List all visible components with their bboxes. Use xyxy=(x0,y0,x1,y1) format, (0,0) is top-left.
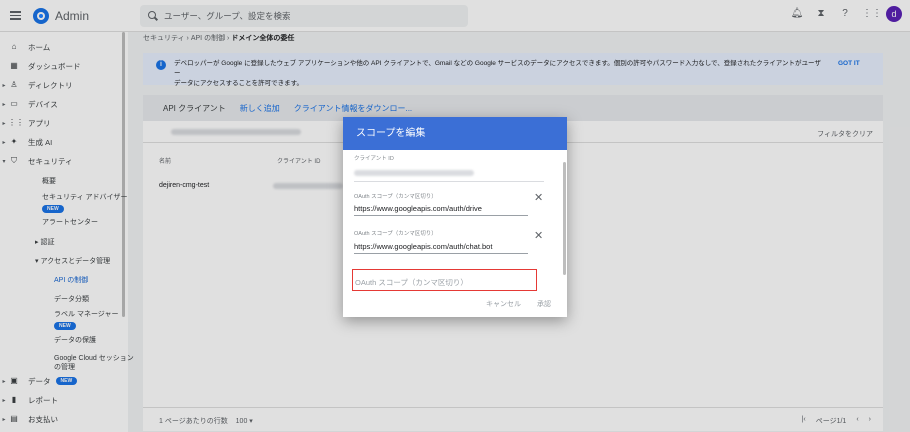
dialog-actions: キャンセル 承認 xyxy=(486,299,551,309)
remove-scope-1-icon[interactable]: ✕ xyxy=(534,191,543,204)
new-scope-placeholder: OAuth スコープ（カンマ区切り） xyxy=(355,278,468,287)
scope-label-1: OAuth スコープ（カンマ区切り） xyxy=(354,194,437,200)
dialog-scrollbar[interactable] xyxy=(563,162,566,275)
edit-scopes-dialog: スコープを編集 クライアント ID OAuth スコープ（カンマ区切り） htt… xyxy=(343,117,567,317)
blurred-client-id-value xyxy=(354,170,474,176)
scope-field-2[interactable]: https://www.googleapis.com/auth/chat.bot xyxy=(354,242,492,251)
remove-scope-2-icon[interactable]: ✕ xyxy=(534,229,543,242)
scope-2-underline xyxy=(354,253,528,254)
client-id-underline xyxy=(354,181,544,182)
authorize-button[interactable]: 承認 xyxy=(537,299,551,309)
scope-label-2: OAuth スコープ（カンマ区切り） xyxy=(354,231,437,237)
new-scope-field[interactable]: OAuth スコープ（カンマ区切り） xyxy=(352,269,537,291)
cancel-button[interactable]: キャンセル xyxy=(486,299,521,309)
client-id-label: クライアント ID xyxy=(354,156,394,162)
dialog-title: スコープを編集 xyxy=(343,117,567,150)
scope-field-1[interactable]: https://www.googleapis.com/auth/drive xyxy=(354,204,482,213)
scope-1-underline xyxy=(354,215,528,216)
